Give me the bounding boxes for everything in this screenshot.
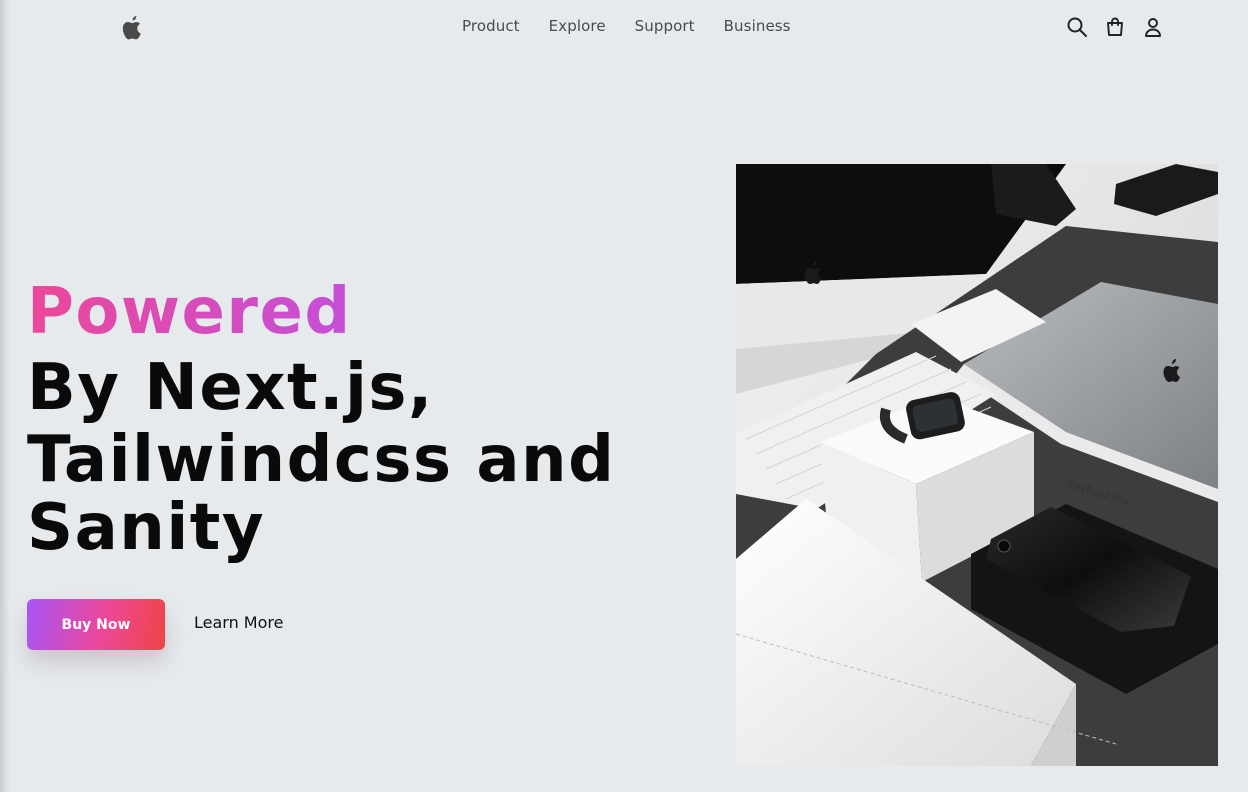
buy-now-button[interactable]: Buy Now [27,599,165,650]
hero-line-3: Sanity [27,491,266,565]
hero-product-image: MacBook Pro [736,164,1218,766]
hero-line-1: By Next.js, [27,351,434,425]
nav-icons [1066,16,1164,38]
hero-line-2: Tailwindcss and [27,423,616,497]
nav-link-business[interactable]: Business [724,17,791,35]
hero-heading: Powered By Next.js, Tailwindcss and Sani… [27,276,615,564]
shopping-bag-icon[interactable] [1104,16,1126,38]
nav-links: Product Explore Support Business [462,17,791,35]
search-icon[interactable] [1066,16,1088,38]
nav-link-product[interactable]: Product [462,17,520,35]
hero-accent-text: Powered [27,275,352,349]
learn-more-link[interactable]: Learn More [194,613,283,632]
nav-link-support[interactable]: Support [635,17,695,35]
page-edge-shadow [0,0,10,792]
apple-logo-icon[interactable] [120,14,144,42]
nav-link-explore[interactable]: Explore [549,17,606,35]
user-icon[interactable] [1142,16,1164,38]
